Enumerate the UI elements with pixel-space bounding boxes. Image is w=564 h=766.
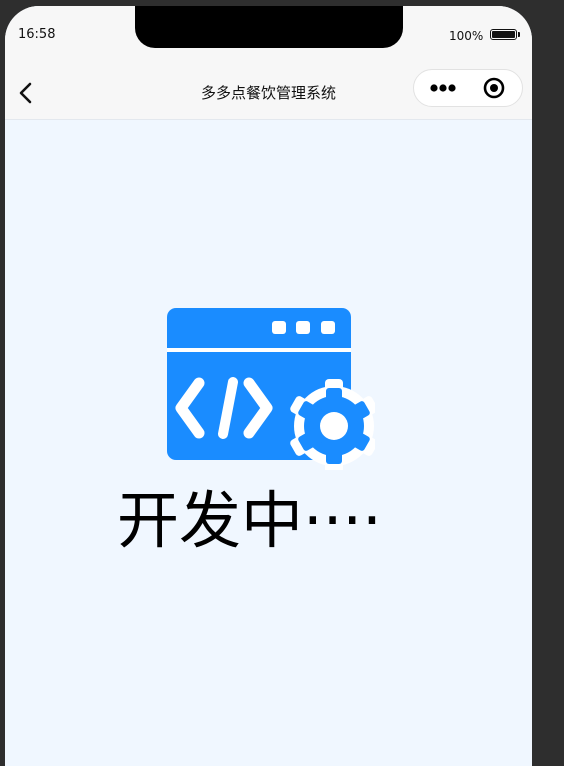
status-time: 16:58 [18, 27, 56, 42]
more-button[interactable] [424, 74, 462, 102]
status-bar: 16:58 100% [5, 6, 532, 66]
battery-level [492, 31, 515, 38]
battery-cap [518, 32, 520, 37]
close-button[interactable] [478, 74, 510, 102]
mini-program-capsule [413, 69, 523, 107]
battery-icon [490, 29, 517, 40]
battery-percent: 100% [449, 29, 484, 43]
camera-notch [135, 6, 403, 48]
more-dots-icon [430, 84, 456, 92]
code-window-gear-icon [165, 306, 378, 473]
navigation-bar: 多多点餐饮管理系统 [5, 66, 532, 120]
phone-frame: 16:58 100% 多多点餐饮管理系统 开发中···· [5, 6, 532, 766]
in-development-text: 开发中···· [117, 484, 382, 557]
target-circle-icon [483, 77, 505, 99]
